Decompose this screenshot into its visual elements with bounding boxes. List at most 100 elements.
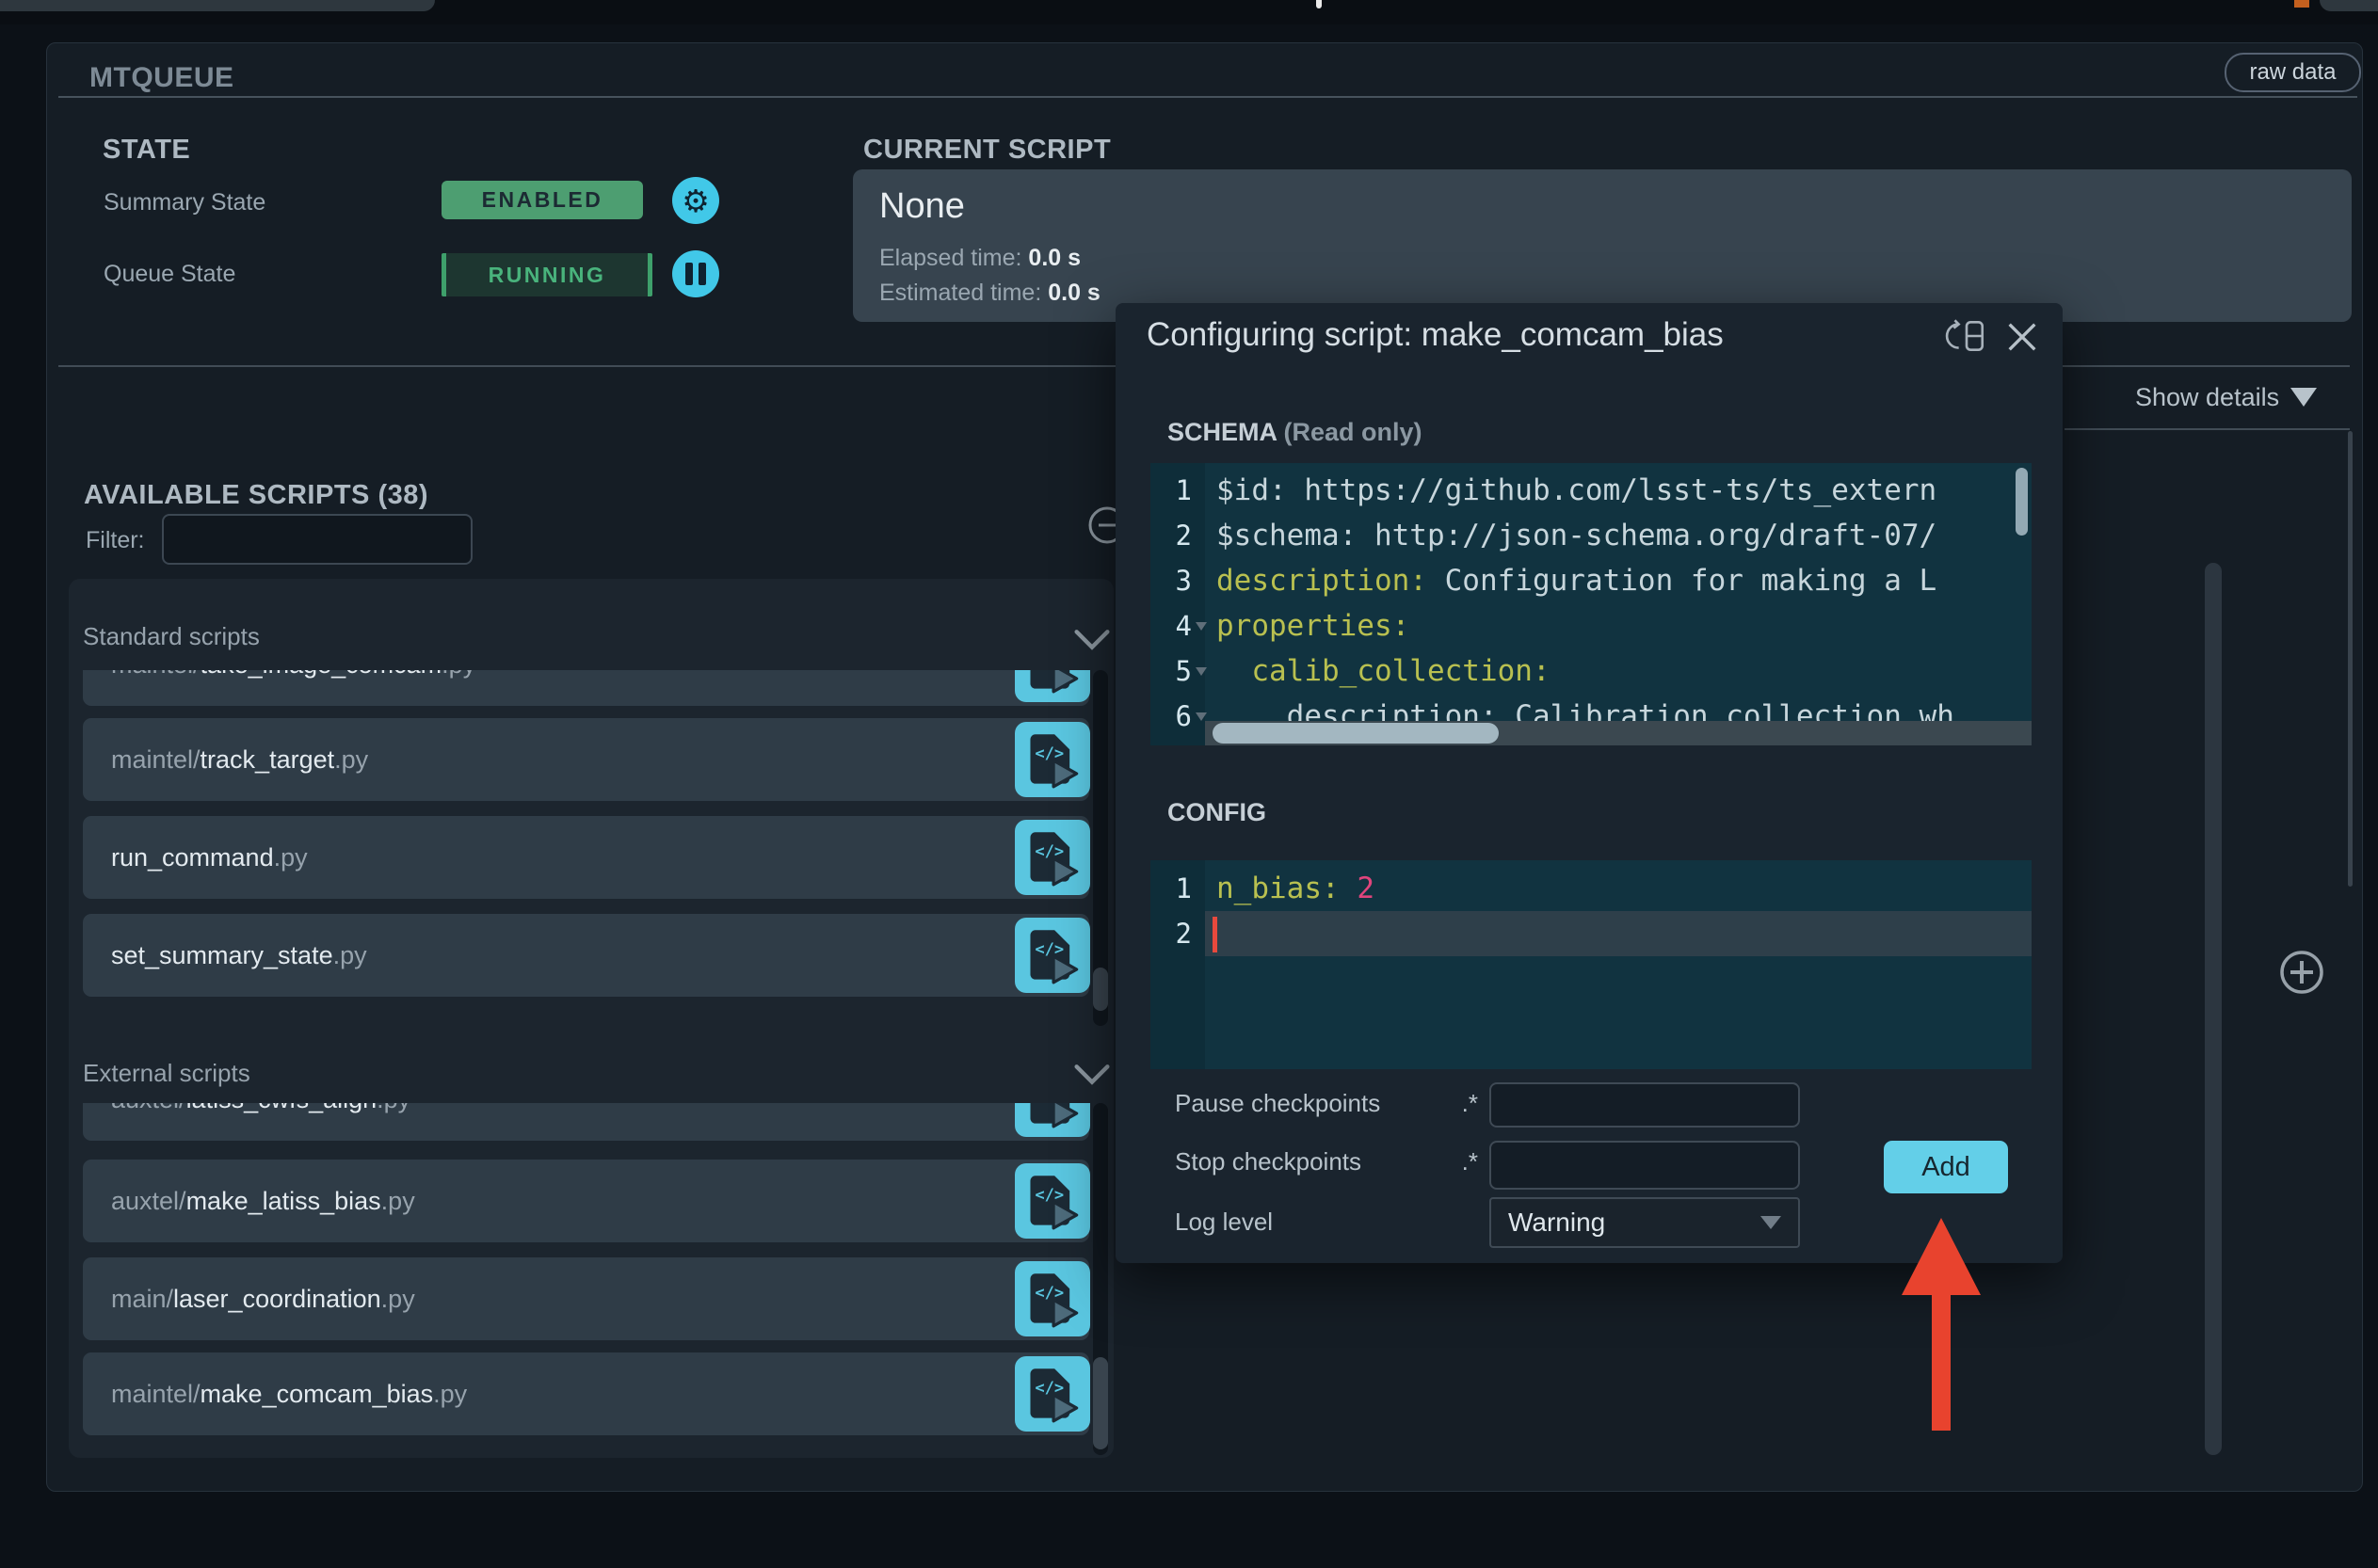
launch-script-button[interactable]: </> xyxy=(1015,820,1090,895)
script-row[interactable]: auxtel/latiss_cwfs_align.py </> xyxy=(83,1103,1090,1141)
script-file-play-icon: </> xyxy=(1030,1368,1079,1423)
script-row[interactable]: run_command.py </> xyxy=(83,816,1090,899)
chevron-down-icon[interactable] xyxy=(1073,629,1111,651)
script-file-play-icon: </> xyxy=(1030,1176,1079,1230)
fold-caret-icon[interactable] xyxy=(1196,712,1207,721)
launch-script-button[interactable]: </> xyxy=(1015,918,1090,993)
config-active-line xyxy=(1205,911,2032,956)
queue-scrollbar[interactable] xyxy=(2205,563,2222,1455)
close-icon[interactable] xyxy=(2003,318,2041,356)
queue-state-badge: RUNNING xyxy=(442,253,652,296)
stop-checkpoints-regex: .* xyxy=(1461,1146,1478,1176)
svg-text:</>: </> xyxy=(1035,744,1064,763)
schema-code-line: description: Configuration for making a … xyxy=(1216,564,1937,598)
external-scripts-viewport: auxtel/latiss_cwfs_align.py </> auxtel/m… xyxy=(69,1103,1092,1455)
config-editor[interactable]: 1 2 n_bias: 2 xyxy=(1150,860,2032,1069)
schema-code-line: $id: https://github.com/lsst-ts/ts_exter… xyxy=(1216,473,1937,507)
available-scripts-heading: AVAILABLE SCRIPTS (38) xyxy=(84,480,429,510)
svg-text:</>: </> xyxy=(1035,1186,1064,1205)
section-divider-bottom xyxy=(2065,428,2350,430)
config-heading: CONFIG xyxy=(1167,798,1266,826)
external-scrollbar-thumb[interactable] xyxy=(1093,1357,1108,1449)
fold-caret-icon[interactable] xyxy=(1196,667,1207,676)
add-to-queue-icon[interactable] xyxy=(2277,948,2326,997)
script-file-play-icon: </> xyxy=(1030,930,1079,984)
annotation-arrow xyxy=(1902,1218,1981,1431)
script-file-play-icon: </> xyxy=(1030,832,1079,887)
log-level-value: Warning xyxy=(1508,1208,1606,1237)
external-scripts-label: External scripts xyxy=(83,1059,250,1087)
pause-checkpoints-label: Pause checkpoints xyxy=(1175,1089,1381,1117)
copy-config-icon[interactable] xyxy=(1945,314,1988,358)
launch-script-button[interactable]: </> xyxy=(1015,722,1090,797)
schema-vertical-scrollbar-thumb[interactable] xyxy=(2016,468,2028,536)
chevron-down-icon[interactable] xyxy=(1073,1064,1111,1086)
summary-state-badge: ENABLED xyxy=(442,181,643,219)
show-details-toggle[interactable]: Show details xyxy=(2135,381,2318,413)
schema-horizontal-scrollbar-thumb[interactable] xyxy=(1213,723,1499,744)
launch-script-button[interactable]: </> xyxy=(1015,670,1090,702)
pause-checkpoints-input[interactable] xyxy=(1489,1082,1800,1128)
svg-text:</>: </> xyxy=(1035,1284,1064,1303)
modal-title: Configuring script: make_comcam_bias xyxy=(1147,316,1724,353)
launch-script-button[interactable]: </> xyxy=(1015,1103,1090,1137)
raw-data-button[interactable]: raw data xyxy=(2225,53,2361,92)
pause-checkpoints-regex: .* xyxy=(1461,1088,1478,1117)
elapsed-time-label: Elapsed time: xyxy=(879,245,1022,271)
estimated-time-value: 0.0 s xyxy=(1048,280,1101,306)
script-row[interactable]: maintel/track_target.py </> xyxy=(83,718,1090,801)
log-level-label: Log level xyxy=(1175,1208,1274,1236)
launch-script-button[interactable]: </> xyxy=(1015,1261,1090,1336)
configure-state-button[interactable]: ⚙ xyxy=(672,177,719,224)
add-button[interactable]: Add xyxy=(1884,1141,2008,1193)
launch-script-button[interactable]: </> xyxy=(1015,1163,1090,1239)
launch-script-button[interactable]: </> xyxy=(1015,1356,1090,1432)
standard-scrollbar-thumb[interactable] xyxy=(1093,968,1108,1011)
header-divider xyxy=(58,96,2357,98)
raw-data-label: raw data xyxy=(2249,59,2337,85)
schema-code-line: calib_collection: xyxy=(1216,654,1551,688)
add-button-label: Add xyxy=(1921,1151,1970,1182)
white-dot xyxy=(1316,0,1322,8)
external-scripts-header[interactable]: External scripts xyxy=(83,1056,250,1090)
config-code-line: n_bias: 2 xyxy=(1216,872,1374,905)
estimated-time-label: Estimated time: xyxy=(879,280,1042,306)
screen: MTQUEUE raw data STATE Summary State ENA… xyxy=(0,0,2378,1568)
browser-corner-remnant xyxy=(2320,0,2378,11)
state-heading: STATE xyxy=(103,135,191,165)
stop-checkpoints-labelrow: Stop checkpoints .* xyxy=(1175,1137,1478,1186)
gear-icon: ⚙ xyxy=(682,183,710,218)
pause-checkpoints-labelrow: Pause checkpoints .* xyxy=(1175,1079,1478,1128)
pause-icon xyxy=(685,263,706,285)
orange-fragment xyxy=(2294,0,2309,8)
svg-text:</>: </> xyxy=(1035,1379,1064,1398)
queue-state-label: Queue State xyxy=(104,261,236,287)
browser-tab-remnant xyxy=(0,0,435,11)
standard-scripts-viewport: maintel/take_image_comcam.py </> maintel… xyxy=(69,670,1092,1026)
filter-input[interactable] xyxy=(162,514,473,565)
text-cursor xyxy=(1213,917,1217,952)
script-row[interactable]: maintel/take_image_comcam.py </> xyxy=(83,670,1090,706)
elapsed-time-value: 0.0 s xyxy=(1028,245,1082,271)
right-scrollbar[interactable] xyxy=(2348,431,2353,887)
script-row[interactable]: set_summary_state.py </> xyxy=(83,914,1090,997)
script-file-play-icon: </> xyxy=(1030,1103,1079,1128)
standard-scripts-label: Standard scripts xyxy=(83,622,260,650)
script-row[interactable]: main/laser_coordination.py </> xyxy=(83,1257,1090,1340)
stop-checkpoints-input[interactable] xyxy=(1489,1141,1800,1190)
fold-caret-icon[interactable] xyxy=(1196,622,1207,631)
standard-scripts-header[interactable]: Standard scripts xyxy=(83,619,260,653)
current-script-name: None xyxy=(879,186,965,226)
current-script-heading: CURRENT SCRIPT xyxy=(863,135,1112,165)
schema-heading: SCHEMA (Read only) xyxy=(1167,418,1422,447)
schema-editor: 1 2 3 4 5 6 $id: https://github.com/lsst… xyxy=(1150,463,2032,745)
pause-queue-button[interactable] xyxy=(672,250,719,297)
show-details-caret-icon xyxy=(2290,388,2318,407)
script-file-play-icon: </> xyxy=(1030,670,1079,694)
script-row[interactable]: maintel/make_comcam_bias.py </> xyxy=(83,1352,1090,1435)
script-file-play-icon: </> xyxy=(1030,734,1079,789)
log-level-select[interactable]: Warning xyxy=(1489,1197,1800,1248)
schema-code-line: properties: xyxy=(1216,609,1410,643)
script-row[interactable]: auxtel/make_latiss_bias.py </> xyxy=(83,1160,1090,1242)
filter-label: Filter: xyxy=(86,527,145,553)
